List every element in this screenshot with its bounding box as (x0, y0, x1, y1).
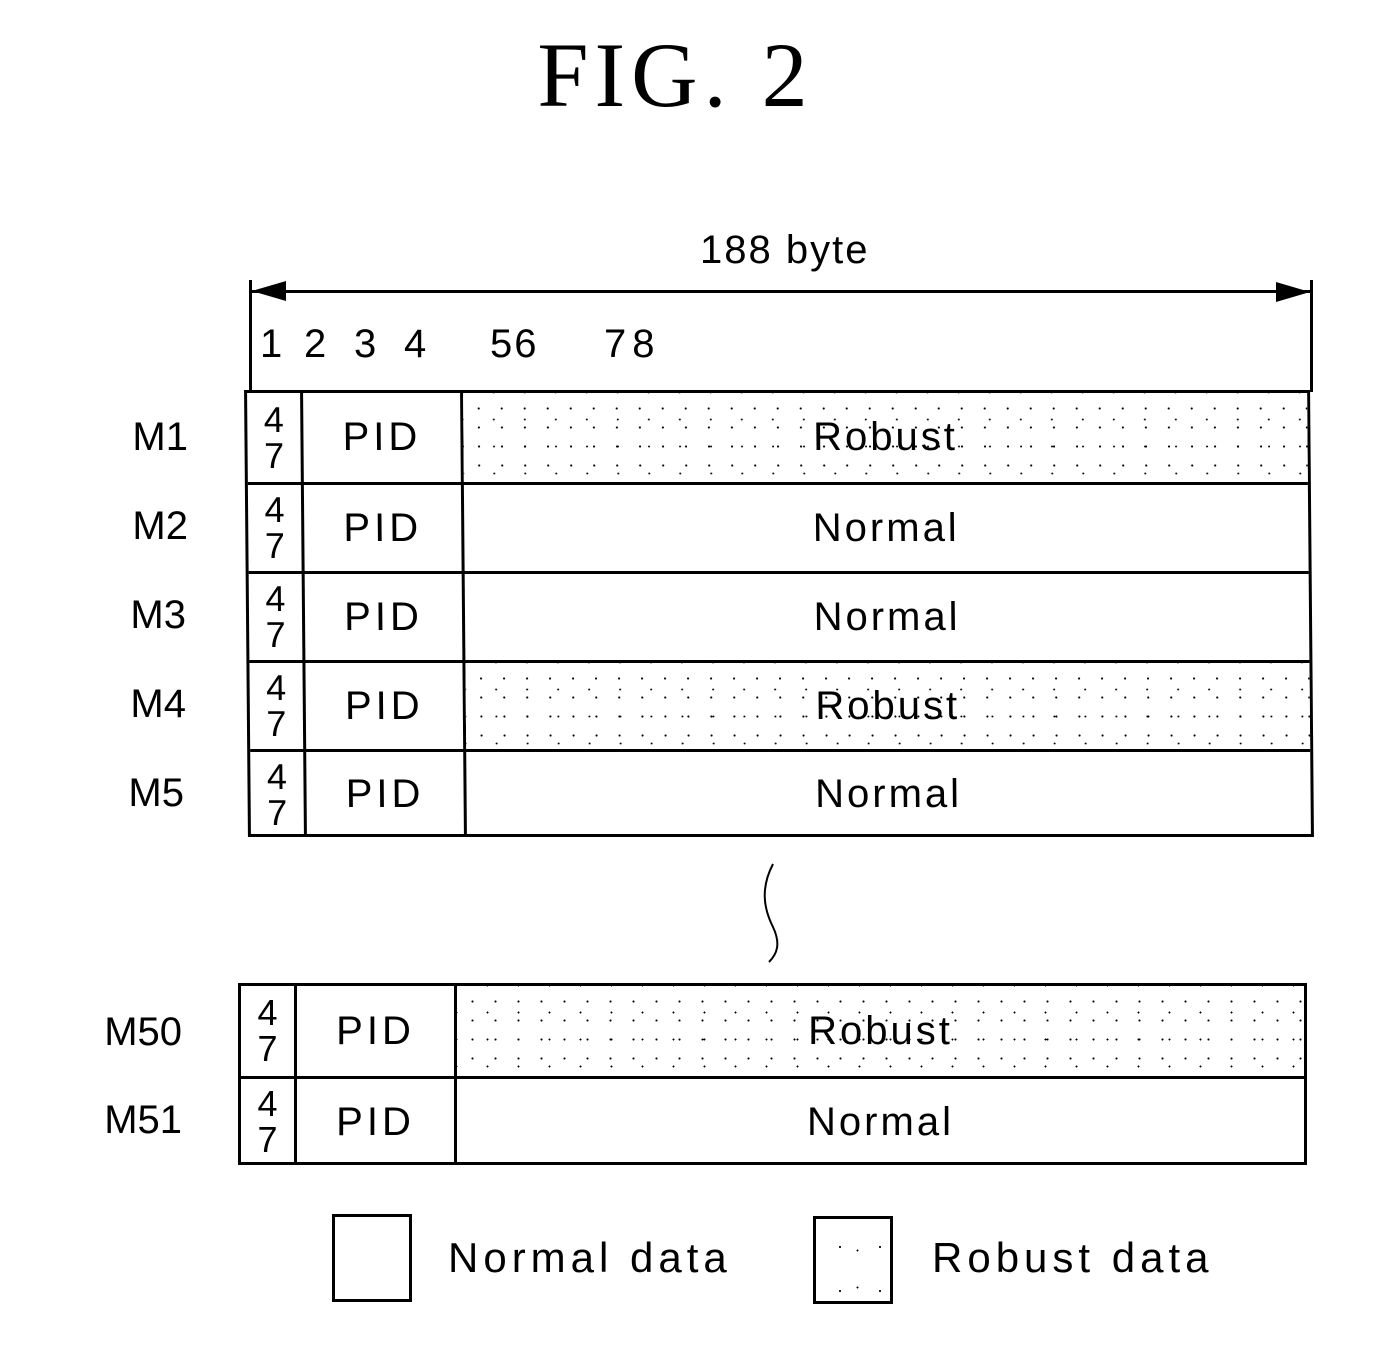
sync-digit: 4 (257, 1083, 278, 1124)
sync-digit: 4 (264, 489, 285, 530)
row-label: M3 (130, 593, 186, 637)
row-label: M1 (132, 415, 188, 459)
packet-row-m4: 4 7 PID Robust (249, 660, 1311, 749)
sync-digit: 4 (266, 755, 288, 797)
sync-byte-cell: 4 7 (247, 485, 305, 571)
packet-table-bottom: 4 7 PID Robust 4 7 PID Normal (238, 983, 1307, 1165)
figure-title: FIG. 2 (537, 24, 814, 126)
arrow-right-icon (1276, 282, 1310, 302)
packet-row-m5: 4 7 PID Normal (250, 749, 1311, 837)
payload-cell-robust: Robust (457, 986, 1304, 1076)
row-label: M51 (104, 1098, 182, 1142)
sync-digit: 4 (265, 578, 286, 619)
sync-byte-cell: 4 7 (247, 393, 304, 482)
pid-cell: PID (303, 485, 465, 571)
pid-cell: PID (303, 393, 464, 482)
byte-number: 2 (304, 322, 327, 366)
legend-label-normal: Normal data (448, 1234, 732, 1281)
packet-row-m1: 4 7 PID Robust (247, 393, 1308, 482)
legend-label-robust: Robust data (932, 1234, 1214, 1281)
dimension-right-extension-line (1310, 280, 1313, 392)
byte-number: 3 (354, 322, 377, 366)
sync-digit: 7 (257, 1028, 278, 1069)
sync-digit: 4 (265, 667, 287, 708)
payload-cell-robust: Robust (465, 663, 1311, 749)
packet-table-top: 4 7 PID Robust 4 7 PID Normal 4 7 PID No… (244, 390, 1314, 837)
packet-row-m2: 4 7 PID Normal (247, 482, 1309, 571)
packet-row-m51: 4 7 PID Normal (241, 1076, 1304, 1165)
sync-byte-cell: 4 7 (241, 986, 297, 1076)
packet-row-m50: 4 7 PID Robust (241, 986, 1304, 1076)
pid-cell: PID (306, 752, 467, 837)
pid-cell: PID (297, 986, 457, 1076)
dimension-label: 188 byte (700, 228, 870, 272)
row-label: M2 (132, 504, 188, 548)
pid-cell: PID (305, 663, 467, 749)
dimension-line (250, 290, 1312, 293)
payload-cell-robust: Robust (463, 393, 1308, 482)
row-label: M5 (128, 771, 184, 815)
row-label: M4 (130, 682, 186, 726)
byte-number: 56 (490, 322, 539, 366)
sync-byte-cell: 4 7 (248, 574, 306, 660)
sync-byte-cell: 4 7 (249, 663, 307, 749)
sync-digit: 4 (257, 992, 278, 1033)
sync-digit: 7 (264, 525, 286, 566)
byte-number: 78 (604, 322, 661, 366)
payload-cell-normal: Normal (812, 505, 960, 550)
legend-swatch-robust (813, 1216, 893, 1304)
sync-digit: 7 (257, 1119, 278, 1160)
row-label: M50 (104, 1010, 182, 1054)
packet-row-m3: 4 7 PID Normal (248, 571, 1310, 660)
pid-cell: PID (297, 1079, 457, 1165)
sync-digit: 7 (266, 703, 287, 744)
payload-cell-normal: Normal (807, 1099, 954, 1144)
legend-swatch-normal (332, 1214, 412, 1302)
byte-number: 4 (404, 322, 427, 366)
sync-digit: 7 (267, 791, 288, 833)
arrow-left-icon (252, 281, 286, 301)
sync-byte-cell: 4 7 (250, 752, 307, 837)
sync-byte-cell: 4 7 (241, 1079, 297, 1165)
sync-digit: 7 (263, 434, 285, 476)
sync-digit: 7 (265, 614, 286, 655)
continuation-break-icon (763, 863, 779, 963)
pid-cell: PID (304, 574, 466, 660)
sync-digit: 4 (263, 398, 284, 440)
payload-cell-normal: Normal (813, 594, 961, 639)
byte-number: 1 (260, 322, 283, 366)
payload-cell-normal: Normal (814, 772, 963, 816)
